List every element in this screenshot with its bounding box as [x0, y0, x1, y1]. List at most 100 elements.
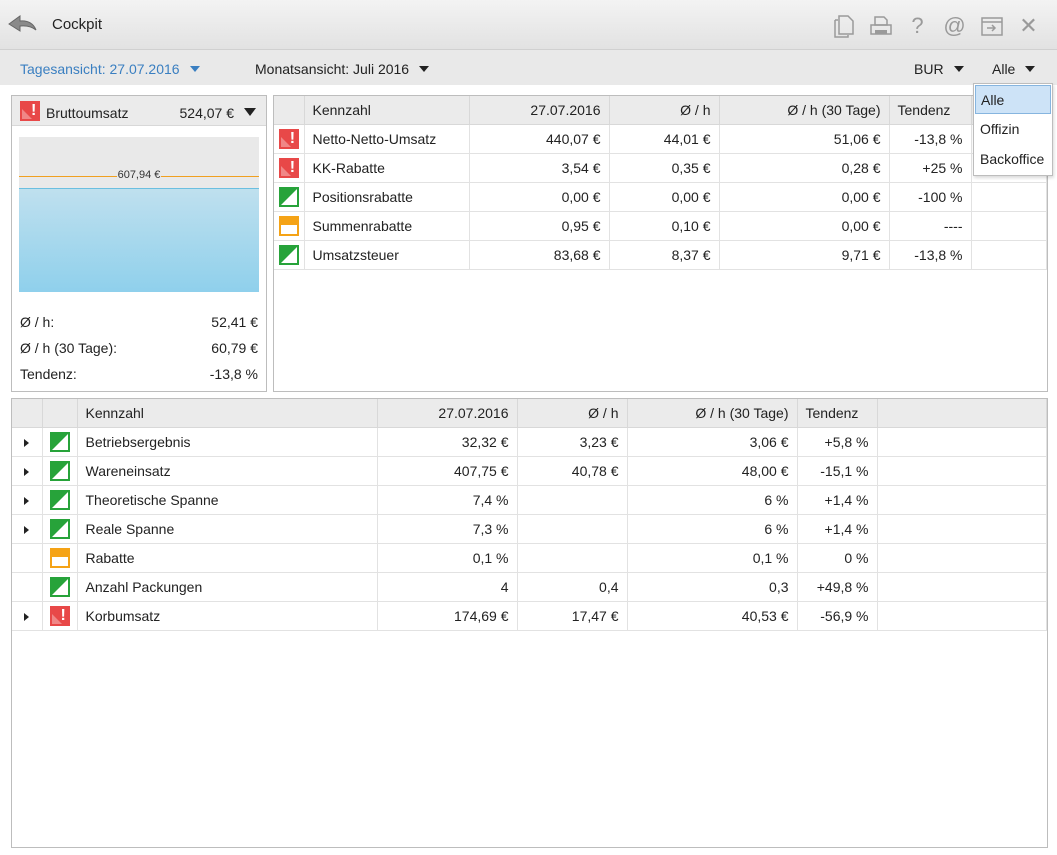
- kpi-panel: Kennzahl 27.07.2016 Ø / h Ø / h (30 Tage…: [11, 398, 1048, 848]
- day-view-selector[interactable]: Tagesansicht: 27.07.2016: [20, 61, 200, 77]
- filter-option-offizin[interactable]: Offizin: [975, 115, 1051, 144]
- column-header-avg-hour[interactable]: Ø / h: [609, 96, 720, 125]
- ok-status-icon: [49, 460, 70, 481]
- filter-selector[interactable]: Alle: [992, 61, 1036, 77]
- stat-row-avg-hour: Ø / h: 52,41 €: [20, 314, 258, 330]
- kennzahl-cell: Theoretische Spanne: [77, 485, 378, 515]
- kennzahl-cell: Rabatte: [77, 543, 378, 573]
- avg-hour-cell: 3,23 €: [517, 427, 628, 457]
- column-header-kennzahl[interactable]: Kennzahl: [304, 96, 470, 125]
- expand-cell: [12, 572, 43, 602]
- avg-hour-cell: 0,00 €: [609, 182, 720, 212]
- stat-label: Ø / h:: [20, 314, 55, 330]
- document-icon[interactable]: [825, 12, 862, 40]
- window-actions: ? @ ✕: [825, 12, 1047, 40]
- table-row[interactable]: Wareneinsatz 407,75 €40,78 €48,00 € -15,1 …: [12, 456, 1047, 486]
- column-header-trend[interactable]: Tendenz: [797, 399, 878, 428]
- date-value-cell: 407,75 €: [377, 456, 518, 486]
- currency-selector[interactable]: BUR: [914, 61, 964, 77]
- table-row[interactable]: Positionsrabatte 0,00 €0,00 €0,00 € -100 %: [274, 182, 1047, 212]
- expand-cell[interactable]: [12, 514, 43, 544]
- month-view-selector[interactable]: Monatsansicht: Juli 2016: [255, 61, 430, 77]
- column-header-status: [274, 96, 305, 125]
- avg-hour-cell: 0,4: [517, 572, 628, 602]
- ok-status-icon: [49, 576, 70, 597]
- avg-30-cell: 0,3: [627, 572, 798, 602]
- at-icon[interactable]: @: [936, 12, 973, 40]
- avg-hour-cell: 8,37 €: [609, 240, 720, 270]
- gross-sales-gauge: 607,94 €: [19, 137, 259, 292]
- expand-arrow-icon[interactable]: [24, 438, 30, 447]
- close-icon[interactable]: ✕: [1010, 12, 1047, 40]
- ok-status-icon: [49, 518, 70, 539]
- column-header-trend[interactable]: Tendenz: [889, 96, 972, 125]
- kennzahl-cell: Reale Spanne: [77, 514, 378, 544]
- expand-arrow-icon[interactable]: [24, 525, 30, 534]
- alert-status-icon: !: [20, 101, 40, 121]
- table-row[interactable]: Anzahl Packungen 4 0,4 0,3 +49,8 %: [12, 572, 1047, 602]
- column-header-avg-30[interactable]: Ø / h (30 Tage): [627, 399, 798, 428]
- expand-cell[interactable]: [12, 427, 43, 457]
- avg-hour-cell: 44,01 €: [609, 124, 720, 154]
- table-row[interactable]: Reale Spanne 7,3 % 6 % +1,4 %: [12, 514, 1047, 544]
- trend-cell: ----: [889, 211, 972, 241]
- filter-option-alle[interactable]: Alle: [975, 85, 1051, 114]
- column-header-status: [42, 399, 78, 428]
- back-arrow-icon[interactable]: [6, 10, 38, 38]
- trend-cell: +25 %: [889, 153, 972, 183]
- export-icon[interactable]: [973, 12, 1010, 40]
- revenue-details-panel: Kennzahl 27.07.2016 Ø / h Ø / h (30 Tage…: [273, 95, 1048, 392]
- table-row[interactable]: Theoretische Spanne 7,4 % 6 % +1,4 %: [12, 485, 1047, 515]
- spacer-cell: [877, 601, 1047, 631]
- filter-option-backoffice[interactable]: Backoffice: [975, 145, 1051, 174]
- trend-cell: -56,9 %: [797, 601, 878, 631]
- expand-cell[interactable]: [12, 456, 43, 486]
- expand-cell[interactable]: [12, 485, 43, 515]
- table-row[interactable]: ! Netto-Netto-Umsatz 440,07 €44,01 €51,06 …: [274, 124, 1047, 154]
- column-header-spacer: [877, 399, 1047, 428]
- table-row[interactable]: Summenrabatte 0,95 €0,10 €0,00 € ----: [274, 211, 1047, 241]
- table-header-row: Kennzahl 27.07.2016 Ø / h Ø / h (30 Tage…: [12, 399, 1047, 428]
- expand-cell[interactable]: [12, 601, 43, 631]
- avg-30-cell: 6 %: [627, 485, 798, 515]
- column-header-avg-30[interactable]: Ø / h (30 Tage): [719, 96, 890, 125]
- status-cell: [274, 211, 305, 241]
- table-row[interactable]: ! KK-Rabatte 3,54 €0,35 €0,28 € +25 %: [274, 153, 1047, 183]
- gauge-fill: [19, 188, 259, 292]
- revenue-details-table: Kennzahl 27.07.2016 Ø / h Ø / h (30 Tage…: [274, 96, 1047, 270]
- status-cell: [42, 456, 78, 486]
- column-header-kennzahl[interactable]: Kennzahl: [77, 399, 378, 428]
- avg-hour-cell: [517, 485, 628, 515]
- title-bar: Cockpit ? @ ✕: [0, 0, 1057, 50]
- status-cell: !: [42, 601, 78, 631]
- column-header-date[interactable]: 27.07.2016: [469, 96, 610, 125]
- stat-value: 60,79 €: [211, 340, 258, 356]
- spacer-cell: [971, 211, 1047, 241]
- chevron-down-icon: [419, 66, 430, 72]
- kennzahl-cell: Positionsrabatte: [304, 182, 470, 212]
- expand-arrow-icon[interactable]: [24, 467, 30, 476]
- spacer-cell: [971, 182, 1047, 212]
- help-icon[interactable]: ?: [899, 12, 936, 40]
- printer-icon[interactable]: [862, 12, 899, 40]
- stat-value: -13,8 %: [209, 366, 258, 382]
- expand-arrow-icon[interactable]: [24, 612, 30, 621]
- spacer-cell: [877, 456, 1047, 486]
- expand-arrow-icon[interactable]: [24, 496, 30, 505]
- date-value-cell: 83,68 €: [469, 240, 610, 270]
- table-row[interactable]: ! Korbumsatz 174,69 €17,47 €40,53 € -56,9 %: [12, 601, 1047, 631]
- trend-cell: -15,1 %: [797, 456, 878, 486]
- spacer-cell: [877, 572, 1047, 602]
- table-row[interactable]: Umsatzsteuer 83,68 €8,37 €9,71 € -13,8 %: [274, 240, 1047, 270]
- kennzahl-cell: Anzahl Packungen: [77, 572, 378, 602]
- column-header-date[interactable]: 27.07.2016: [377, 399, 518, 428]
- trend-cell: +1,4 %: [797, 514, 878, 544]
- kennzahl-cell: Betriebsergebnis: [77, 427, 378, 457]
- chevron-down-icon[interactable]: [244, 108, 256, 116]
- gross-sales-header[interactable]: ! Bruttoumsatz 524,07 €: [12, 96, 266, 126]
- column-header-avg-hour[interactable]: Ø / h: [517, 399, 628, 428]
- table-row[interactable]: Rabatte 0,1 % 0,1 % 0 %: [12, 543, 1047, 573]
- table-row[interactable]: Betriebsergebnis 32,32 €3,23 €3,06 € +5,8 …: [12, 427, 1047, 457]
- ok-status-icon: [49, 431, 70, 452]
- spacer-cell: [877, 514, 1047, 544]
